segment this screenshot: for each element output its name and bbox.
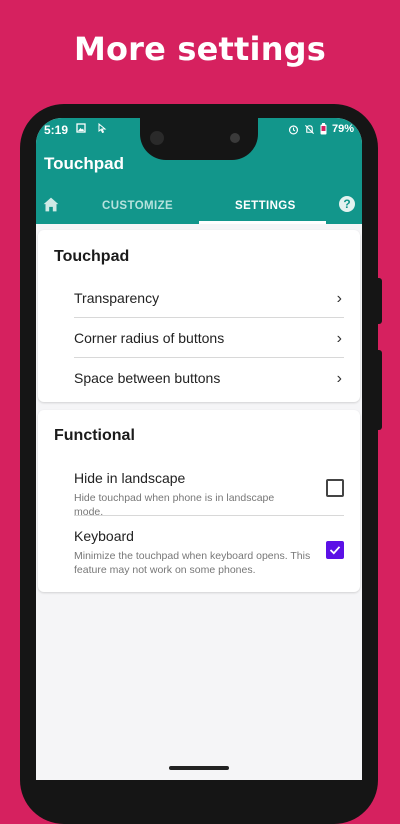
tab-customize[interactable]: CUSTOMIZE xyxy=(102,200,173,212)
chevron-right-icon: › xyxy=(336,290,342,307)
battery-percentage: 79% xyxy=(331,123,354,135)
section-title-functional: Functional xyxy=(54,427,135,444)
setting-hide-landscape[interactable]: Hide in landscape Hide touchpad when pho… xyxy=(74,470,304,519)
proximity-sensor xyxy=(230,133,240,143)
battery-icon xyxy=(320,123,327,135)
promo-title: More settings xyxy=(73,30,327,68)
keyboard-checkbox[interactable] xyxy=(326,541,344,559)
checkmark-icon xyxy=(329,546,341,555)
setting-label: Transparency xyxy=(74,290,160,306)
alarm-icon xyxy=(288,124,299,134)
setting-transparency[interactable]: Transparency › xyxy=(74,290,344,310)
tab-indicator xyxy=(199,221,326,224)
chevron-right-icon: › xyxy=(336,330,342,347)
mute-icon xyxy=(304,124,314,134)
status-right: 79% xyxy=(288,123,354,135)
phone-volume-button xyxy=(376,350,382,430)
home-icon[interactable] xyxy=(40,194,62,216)
help-icon[interactable]: ? xyxy=(339,196,355,212)
chevron-right-icon: › xyxy=(336,370,342,387)
setting-label: Corner radius of buttons xyxy=(74,330,225,346)
divider xyxy=(74,515,344,516)
setting-corner-radius[interactable]: Corner radius of buttons › xyxy=(74,330,344,350)
divider xyxy=(74,357,344,358)
functional-section-card: Functional Hide in landscape Hide touchp… xyxy=(38,410,360,592)
tab-settings[interactable]: SETTINGS xyxy=(235,200,296,212)
status-time: 5:19 xyxy=(44,123,69,137)
image-notification-icon xyxy=(76,123,86,133)
front-camera xyxy=(150,131,164,145)
section-title-touchpad: Touchpad xyxy=(54,248,130,265)
cursor-notification-icon xyxy=(98,122,107,134)
setting-label: Hide in landscape xyxy=(74,470,186,486)
tab-bar: CUSTOMIZE SETTINGS ? xyxy=(36,190,362,224)
phone-notch xyxy=(140,118,258,160)
setting-button-spacing[interactable]: Space between buttons › xyxy=(74,370,344,390)
setting-keyboard[interactable]: Keyboard Minimize the touchpad when keyb… xyxy=(74,528,314,577)
app-title: Touchpad xyxy=(44,154,124,173)
setting-label: Keyboard xyxy=(74,528,134,544)
setting-label: Space between buttons xyxy=(74,370,221,386)
touchpad-section-card: Touchpad Transparency › Corner radius of… xyxy=(38,230,360,402)
setting-description: Minimize the touchpad when keyboard open… xyxy=(74,550,311,576)
gesture-navigation-bar[interactable] xyxy=(169,766,229,770)
divider xyxy=(74,317,344,318)
notification-icons xyxy=(76,122,107,136)
phone-screen: 5:19 79% Touchpad CUSTOMIZE SETTINGS ? T… xyxy=(36,118,362,780)
hide-landscape-checkbox[interactable] xyxy=(326,479,344,497)
phone-side-button xyxy=(376,278,382,324)
